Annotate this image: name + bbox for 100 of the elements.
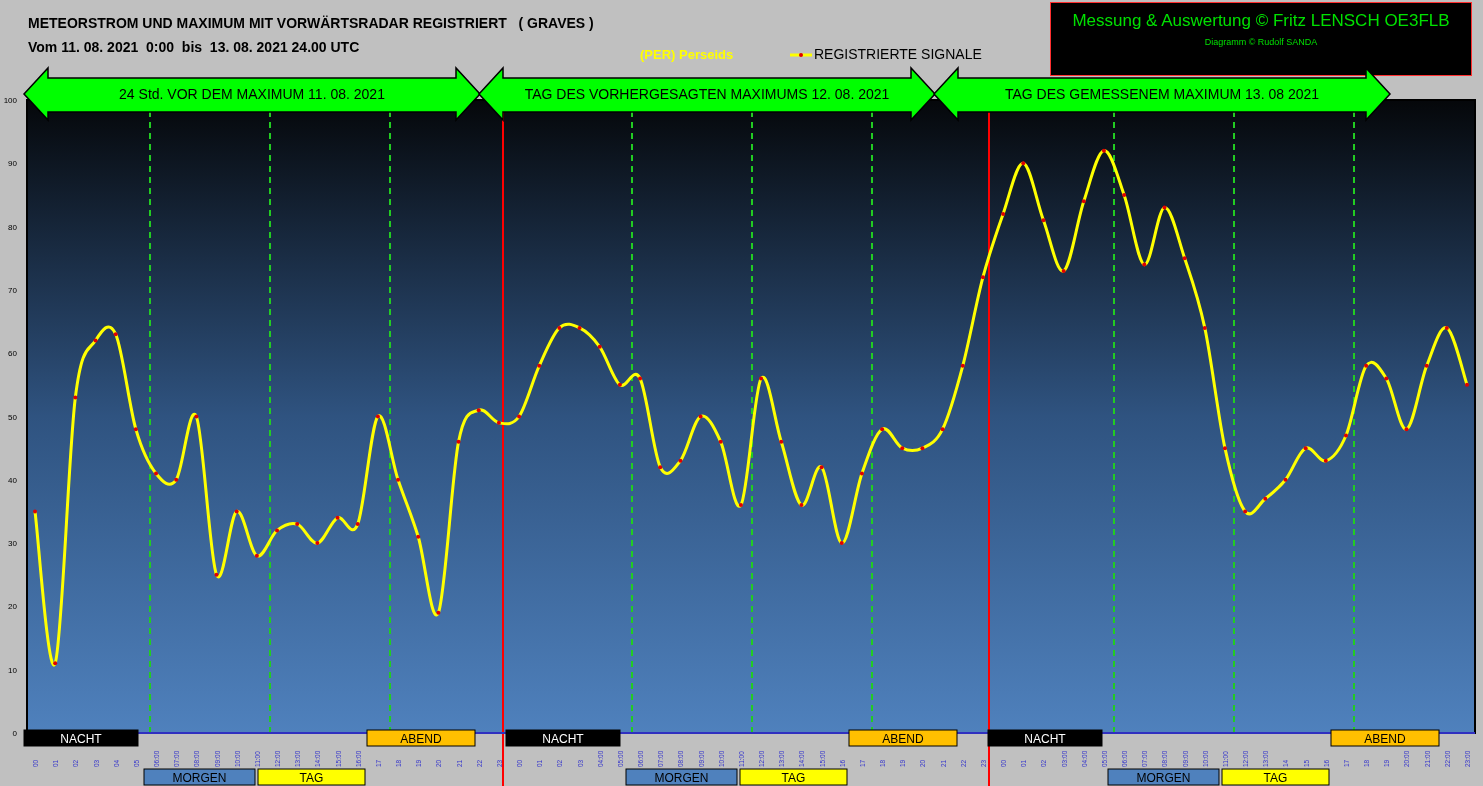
data-point [1142, 262, 1147, 267]
data-point [194, 414, 199, 419]
data-point [93, 338, 98, 343]
data-point [275, 528, 280, 533]
data-point [859, 471, 864, 476]
data-point [1263, 496, 1268, 501]
data-point [799, 503, 804, 508]
data-point [1021, 161, 1026, 166]
data-point [698, 414, 703, 419]
data-point [1384, 376, 1389, 381]
data-point [658, 465, 663, 470]
data-point [779, 439, 784, 444]
data-point [1344, 433, 1348, 438]
data-point [436, 610, 441, 615]
period-label: NACHT [23, 729, 139, 747]
data-point [1061, 268, 1066, 273]
data-point [819, 465, 824, 470]
y-axis-tick: 70 [8, 285, 17, 295]
data-point [900, 446, 905, 451]
y-axis-tick: 10 [8, 665, 17, 675]
y-axis-tick: 60 [8, 349, 17, 359]
data-point [355, 522, 360, 527]
data-point [214, 572, 219, 577]
arrow-label: 24 Std. VOR DEM MAXIMUM 11. 08. 2021 [119, 86, 385, 102]
data-point [617, 382, 622, 387]
period-label: TAG [257, 768, 366, 786]
y-axis-tick: 80 [8, 222, 17, 232]
data-point [1222, 446, 1227, 451]
y-axis-tick: 100 [3, 96, 17, 105]
data-point [738, 503, 743, 508]
data-point [53, 661, 58, 666]
data-point [33, 509, 37, 514]
data-point [113, 332, 118, 337]
data-point [880, 427, 885, 432]
y-axis-tick: 40 [8, 475, 17, 485]
y-axis-tick: 90 [8, 159, 17, 169]
data-point [557, 325, 562, 330]
data-point [174, 477, 179, 482]
y-axis-tick: 20 [8, 602, 17, 612]
data-point [577, 325, 582, 330]
data-point [1424, 363, 1429, 368]
data-point [1303, 446, 1308, 451]
y-axis-tick: 50 [8, 412, 17, 422]
data-point [960, 363, 965, 368]
period-label: NACHT [987, 729, 1103, 747]
period-label: ABEND [1330, 729, 1440, 747]
period-label: MORGEN [143, 768, 256, 786]
data-point [537, 363, 542, 368]
data-point [759, 376, 764, 381]
data-point [234, 509, 239, 514]
data-point [375, 414, 380, 419]
data-point [920, 446, 925, 451]
data-point [1081, 199, 1086, 204]
data-point [476, 408, 481, 413]
data-point [1465, 382, 1469, 387]
data-point [496, 420, 501, 425]
data-point [517, 414, 522, 419]
data-point [1122, 192, 1127, 197]
data-point [1162, 205, 1167, 210]
data-point [1101, 148, 1106, 153]
data-point [295, 522, 300, 527]
y-axis-tick: 0 [12, 729, 17, 738]
data-point [1243, 509, 1248, 514]
period-label: MORGEN [1107, 768, 1220, 786]
data-point [718, 439, 723, 444]
data-point [638, 376, 643, 381]
period-label: ABEND [848, 729, 958, 747]
diagram-credit: Diagramm © Rudolf SANDA [1204, 35, 1318, 49]
data-point [335, 515, 340, 520]
data-point [1202, 325, 1207, 330]
data-point [1444, 325, 1449, 330]
y-axis-tick: 30 [8, 539, 17, 549]
data-point [154, 471, 158, 476]
data-point [1364, 363, 1369, 368]
data-point [1404, 427, 1409, 432]
data-point [133, 427, 138, 432]
arrow-label: TAG DES VORHERGESAGTEN MAXIMUMS 12. 08. 2021 [524, 86, 890, 102]
data-point [315, 541, 320, 546]
data-point [416, 534, 421, 539]
shower-label: (PER) Perseids [640, 47, 734, 62]
data-point [839, 541, 844, 546]
data-point [1182, 256, 1187, 261]
data-point [396, 477, 401, 482]
chart-subtitle: Vom 11. 08. 2021 0:00 bis 13. 08. 2021 24.00 UTC [28, 38, 360, 56]
chart-title: METEORSTROM UND MAXIMUM MIT VORWÄRTSRADAR REGISTRIERT ( GRAVES ) [28, 14, 594, 32]
data-point [73, 395, 78, 400]
legend-label: REGISTRIERTE SIGNALE [814, 45, 982, 64]
period-label: TAG [1221, 768, 1330, 786]
data-point [1283, 477, 1288, 482]
data-point [456, 439, 461, 444]
data-point [980, 275, 985, 280]
credits-text: Messung & Auswertung © Fritz LENSCH OE3FLB [1072, 10, 1450, 32]
period-label: TAG [739, 768, 848, 786]
data-point [1001, 211, 1006, 216]
data-point [254, 553, 259, 558]
period-label: NACHT [505, 729, 621, 747]
data-point [1041, 218, 1046, 223]
data-point [1323, 458, 1328, 463]
data-point [940, 427, 945, 432]
arrow-label: TAG DES GEMESSENEM MAXIMUM 13. 08 2021 [1004, 86, 1320, 102]
